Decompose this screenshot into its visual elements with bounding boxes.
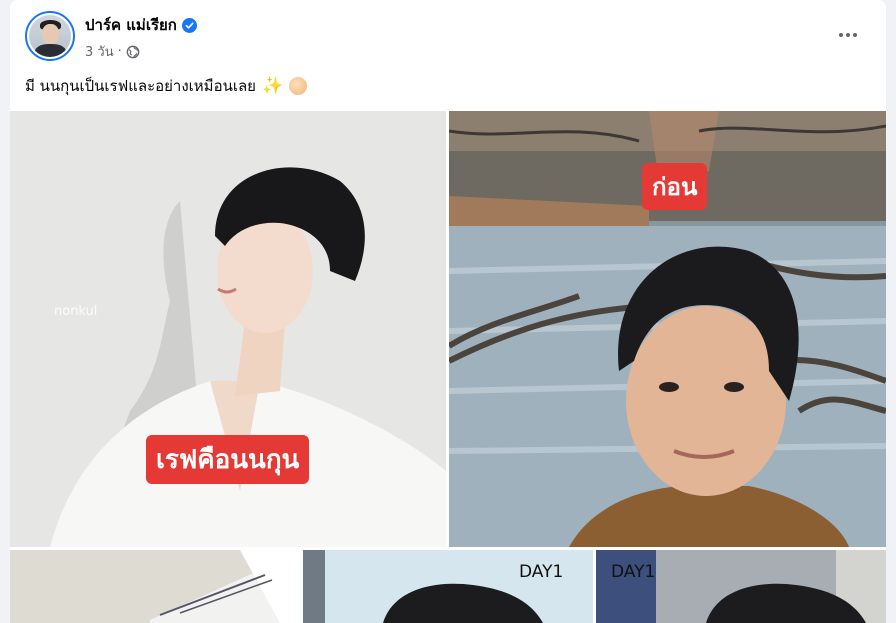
more-options-button[interactable] [830,20,866,50]
verified-badge-icon [181,17,197,33]
meta-separator: · [117,44,122,59]
post-time[interactable]: 3 วัน [85,41,114,62]
sparkles-emoji: ✨ [261,76,284,96]
photo-4-image [303,550,593,623]
caption-text: มี นนกุนเป็นเรฟและอย่างเหมือนเลย [25,77,256,95]
photo-4[interactable]: DAY1 [303,550,593,623]
photo-3-image [10,550,300,623]
globe-icon[interactable] [126,45,140,59]
avatar-image [29,15,71,57]
author-name[interactable]: ปาร์ค แม่เรียก [85,13,197,37]
author-name-text[interactable]: ปาร์ค แม่เรียก [85,13,177,37]
feed-post: ปาร์ค แม่เรียก 3 วัน · มี นนกุนเป็นเรฟแล… [10,0,886,623]
photo-3[interactable] [10,550,300,623]
day-label: DAY1 [519,562,564,582]
before-label: ก่อน [642,163,708,210]
photo-1[interactable]: nonkul เรฟคือนนกุน [10,111,446,547]
photo-watermark: nonkul [54,304,98,319]
day-label: DAY1 [611,562,656,582]
post-meta: 3 วัน · [85,41,140,62]
more-options-icon [839,33,843,37]
author-avatar[interactable] [25,11,75,61]
post-caption: มี นนกุนเป็นเรฟและอย่างเหมือนเลย ✨ [25,74,308,98]
ref-label: เรฟคือนนกุน [146,435,310,484]
photo-5[interactable]: DAY1 [596,550,886,623]
photo-2[interactable]: ก่อน [449,111,886,547]
clapping-hands-emoji [289,77,308,95]
photo-5-image [596,550,886,623]
